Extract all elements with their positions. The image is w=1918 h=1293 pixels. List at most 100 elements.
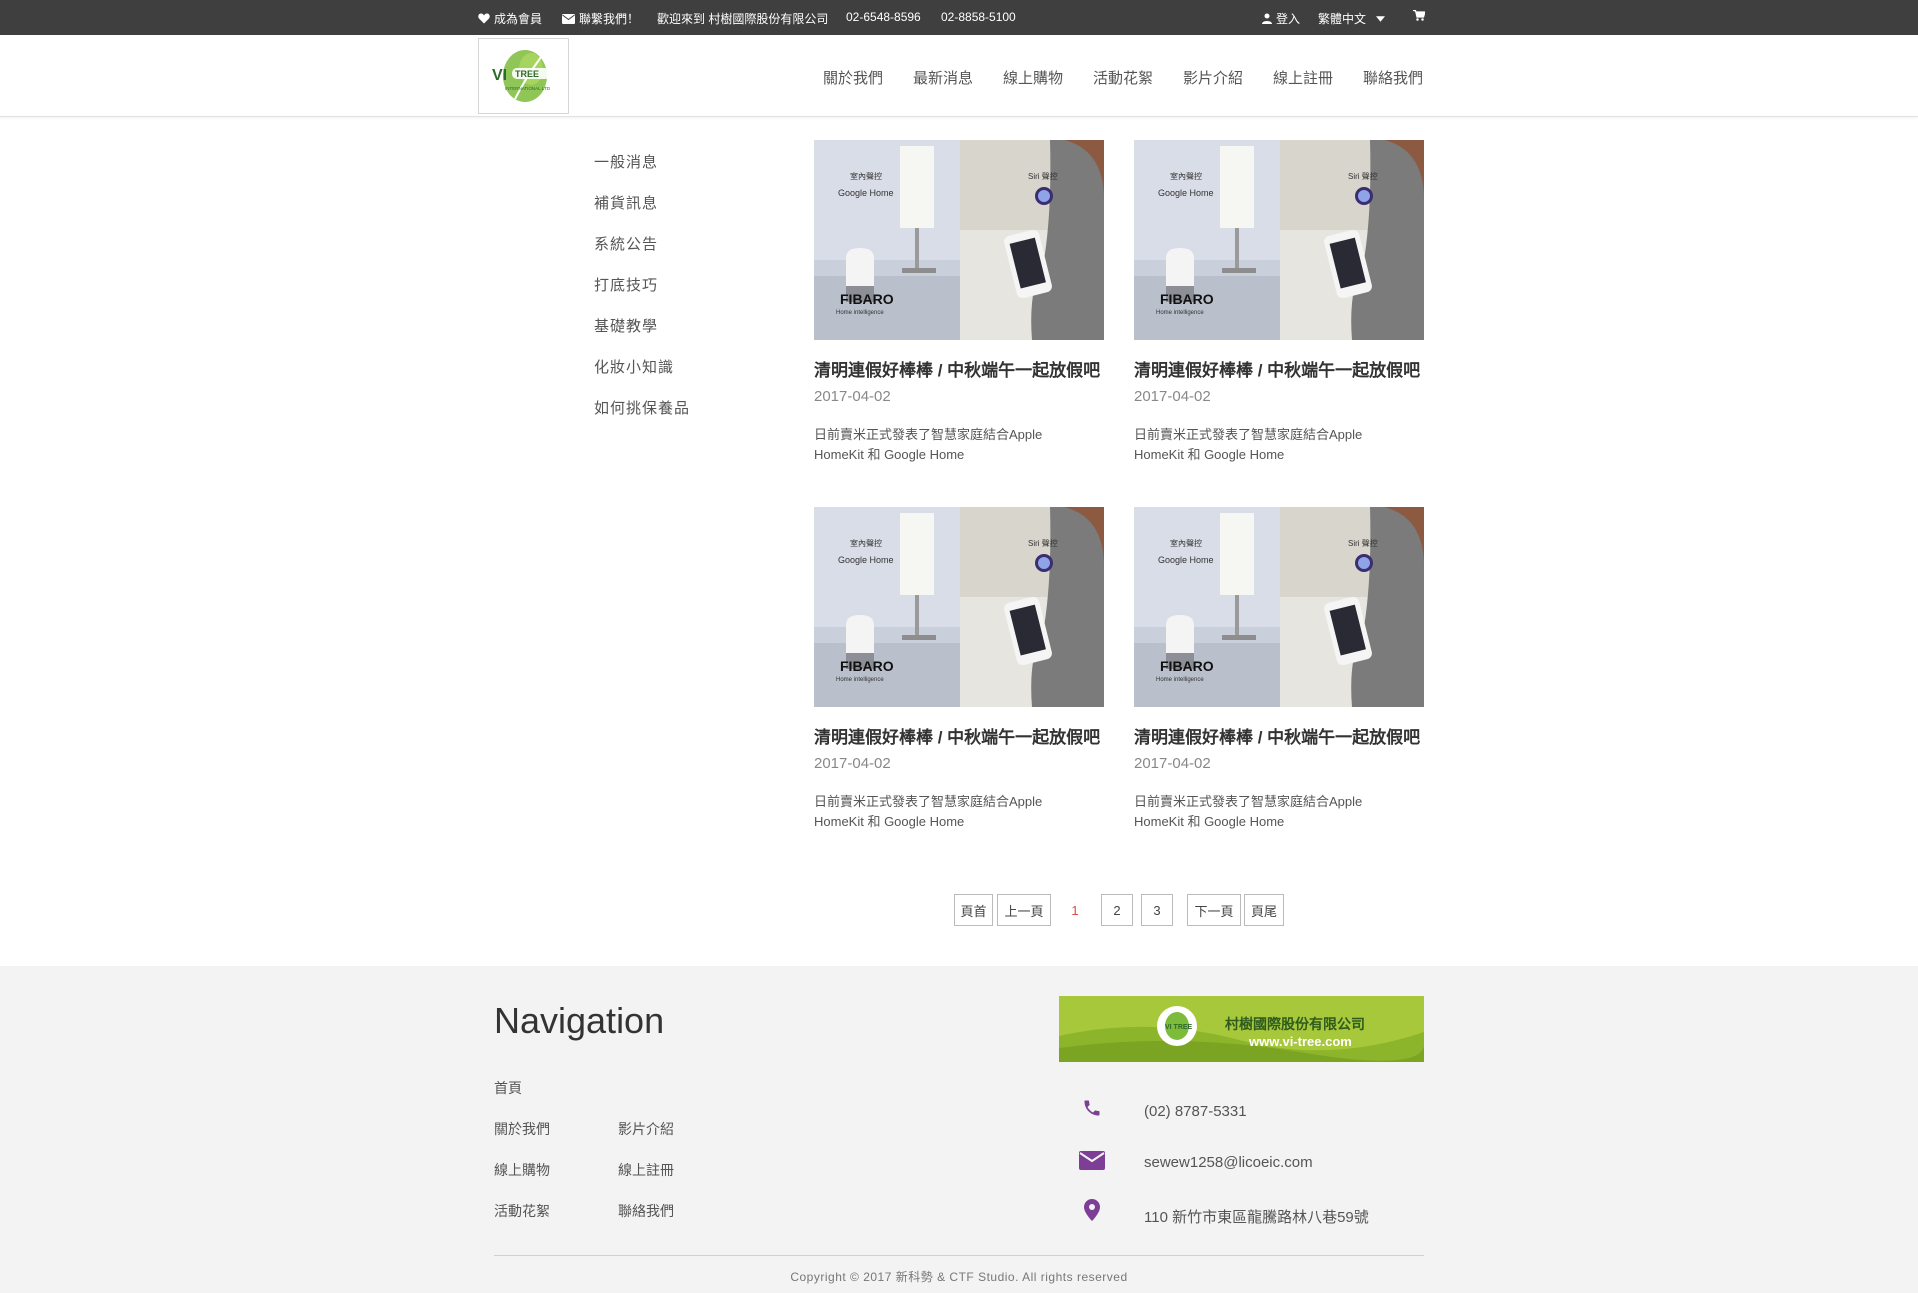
phone-number-1: 02-6548-8596 — [846, 10, 921, 24]
post-card[interactable]: 室內聲控 Google Home FIBARO Home intelligenc… — [814, 507, 1104, 829]
company-banner[interactable]: VI TREE 村樹國際股份有限公司 www.vi-tree.com — [1059, 996, 1424, 1062]
svg-text:Home intelligence: Home intelligence — [1156, 310, 1204, 316]
post-thumbnail[interactable]: 室內聲控 Google Home FIBARO Home intelligenc… — [1134, 140, 1424, 340]
footer-link-about[interactable]: 關於我們 — [494, 1119, 550, 1139]
svg-text:室內聲控: 室內聲控 — [1170, 171, 1202, 181]
sidebar-item-announcements[interactable]: 系統公告 — [594, 233, 658, 254]
main-header: VI TREE INTERNATIONAL.LTD 關於我們 最新消息 線上購物… — [0, 35, 1918, 117]
contact-us-link[interactable]: 聯繫我們！ — [562, 10, 639, 27]
svg-text:TREE: TREE — [515, 69, 539, 79]
post-thumbnail-image[interactable]: 室內聲控 Google Home FIBARO Home intelligenc… — [814, 507, 1104, 707]
post-thumbnail[interactable]: 室內聲控 Google Home FIBARO Home intelligenc… — [814, 140, 1104, 340]
phone-icon — [1084, 1100, 1100, 1116]
post-thumbnail-image[interactable]: 室內聲控 Google Home FIBARO Home intelligenc… — [1134, 140, 1424, 340]
last-page-button[interactable]: 頁尾 — [1244, 894, 1284, 926]
svg-text:室內聲控: 室內聲控 — [850, 538, 882, 548]
user-icon — [1262, 13, 1272, 24]
footer-email[interactable]: sewew1258@licoeic.com — [1144, 1154, 1313, 1171]
post-card[interactable]: 室內聲控 Google Home FIBARO Home intelligenc… — [1134, 507, 1424, 829]
nav-news[interactable]: 最新消息 — [913, 67, 973, 88]
nav-shop[interactable]: 線上購物 — [1003, 67, 1063, 88]
post-date: 2017-04-02 — [1134, 755, 1211, 772]
footer-link-register[interactable]: 線上註冊 — [618, 1160, 674, 1180]
envelope-icon — [1079, 1151, 1105, 1170]
post-title[interactable]: 清明連假好棒棒 / 中秋端午一起放假吧 — [814, 723, 1104, 748]
phone-number-2: 02-8858-5100 — [941, 10, 1016, 24]
svg-text:VI: VI — [492, 67, 507, 84]
nav-events[interactable]: 活動花絮 — [1093, 67, 1153, 88]
footer-divider — [494, 1255, 1424, 1256]
post-thumbnail[interactable]: 室內聲控 Google Home FIBARO Home intelligenc… — [1134, 507, 1424, 707]
footer-link-contact[interactable]: 聯絡我們 — [618, 1201, 674, 1221]
svg-text:Google Home: Google Home — [1158, 188, 1214, 198]
svg-text:FIBARO: FIBARO — [840, 658, 894, 674]
post-excerpt: 日前賣米正式發表了智慧家庭結合Apple HomeKit 和 Google Ho… — [814, 794, 1043, 829]
svg-text:Google Home: Google Home — [838, 188, 894, 198]
post-date: 2017-04-02 — [814, 388, 891, 405]
footer — [0, 966, 1918, 1293]
svg-text:Google Home: Google Home — [1158, 555, 1214, 565]
copyright-text: Copyright © 2017 新科勢 & CTF Studio. All r… — [790, 1270, 1128, 1284]
sidebar-item-basic-tutorial[interactable]: 基礎教學 — [594, 315, 658, 336]
page-3-button[interactable]: 3 — [1141, 894, 1173, 926]
post-date: 2017-04-02 — [1134, 388, 1211, 405]
post-title[interactable]: 清明連假好棒棒 / 中秋端午一起放假吧 — [1134, 356, 1424, 381]
svg-text:VI TREE: VI TREE — [1165, 1024, 1193, 1031]
top-bar: 成為會員 聯繫我們！ 歡迎來到 村樹國際股份有限公司 02-6548-8596 … — [0, 0, 1918, 35]
svg-text:Home intelligence: Home intelligence — [1156, 677, 1204, 683]
sidebar-item-restock[interactable]: 補貨訊息 — [594, 192, 658, 213]
welcome-text: 歡迎來到 村樹國際股份有限公司 — [657, 12, 829, 26]
svg-text:村樹國際股份有限公司: 村樹國際股份有限公司 — [1225, 1016, 1365, 1033]
footer-link-shop[interactable]: 線上購物 — [494, 1160, 550, 1180]
svg-text:Siri 聲控: Siri 聲控 — [1348, 538, 1378, 548]
svg-text:Google Home: Google Home — [838, 555, 894, 565]
footer-link-events[interactable]: 活動花絮 — [494, 1201, 550, 1221]
footer-link-videos[interactable]: 影片介紹 — [618, 1119, 674, 1139]
nav-register[interactable]: 線上註冊 — [1273, 67, 1333, 88]
map-marker-icon — [1084, 1199, 1100, 1221]
cart-icon — [1413, 10, 1425, 21]
login-link[interactable]: 登入 — [1262, 10, 1300, 27]
post-title[interactable]: 清明連假好棒棒 / 中秋端午一起放假吧 — [1134, 723, 1424, 748]
sidebar-item-general[interactable]: 一般消息 — [594, 151, 658, 172]
become-member-link[interactable]: 成為會員 — [478, 10, 542, 27]
envelope-icon — [562, 13, 575, 24]
heart-icon — [478, 13, 490, 24]
footer-navigation-title: Navigation — [494, 1000, 665, 1041]
nav-videos[interactable]: 影片介紹 — [1183, 67, 1243, 88]
post-title[interactable]: 清明連假好棒棒 / 中秋端午一起放假吧 — [814, 356, 1104, 381]
post-thumbnail-image[interactable]: 室內聲控 Google Home FIBARO Home intelligenc… — [814, 140, 1104, 340]
sidebar-item-makeup-knowledge[interactable]: 化妝小知識 — [594, 356, 674, 377]
language-dropdown[interactable]: 繁體中文 — [1318, 10, 1386, 27]
svg-text:室內聲控: 室內聲控 — [1170, 538, 1202, 548]
cart-button[interactable] — [1413, 10, 1425, 21]
sidebar-item-skincare-selection[interactable]: 如何挑保養品 — [594, 397, 690, 418]
post-card[interactable]: 室內聲控 Google Home FIBARO Home intelligenc… — [1134, 140, 1424, 462]
footer-address: 110 新竹市東區龍騰路林八巷59號 — [1144, 1209, 1369, 1226]
svg-text:Home intelligence: Home intelligence — [836, 310, 884, 316]
caret-down-icon — [1376, 15, 1386, 22]
nav-contact[interactable]: 聯絡我們 — [1363, 67, 1423, 88]
page-2-button[interactable]: 2 — [1101, 894, 1133, 926]
footer-phone: (02) 8787-5331 — [1144, 1103, 1247, 1120]
svg-text:FIBARO: FIBARO — [1160, 291, 1214, 307]
previous-page-button[interactable]: 上一頁 — [997, 894, 1051, 926]
svg-text:Siri 聲控: Siri 聲控 — [1028, 538, 1058, 548]
post-date: 2017-04-02 — [814, 755, 891, 772]
svg-text:Home intelligence: Home intelligence — [836, 677, 884, 683]
post-excerpt: 日前賣米正式發表了智慧家庭結合Apple HomeKit 和 Google Ho… — [1134, 794, 1363, 829]
company-banner-graphic: VI TREE 村樹國際股份有限公司 www.vi-tree.com — [1059, 996, 1424, 1062]
post-card[interactable]: 室內聲控 Google Home FIBARO Home intelligenc… — [814, 140, 1104, 462]
footer-link-home[interactable]: 首頁 — [494, 1078, 522, 1098]
svg-text:Siri 聲控: Siri 聲控 — [1348, 171, 1378, 181]
sidebar-item-primer-tips[interactable]: 打底技巧 — [594, 274, 658, 295]
post-excerpt: 日前賣米正式發表了智慧家庭結合Apple HomeKit 和 Google Ho… — [814, 427, 1043, 462]
first-page-button[interactable]: 頁首 — [954, 894, 993, 926]
post-thumbnail-image[interactable]: 室內聲控 Google Home FIBARO Home intelligenc… — [1134, 507, 1424, 707]
page-1-button[interactable]: 1 — [1060, 894, 1090, 926]
post-thumbnail[interactable]: 室內聲控 Google Home FIBARO Home intelligenc… — [814, 507, 1104, 707]
svg-text:室內聲控: 室內聲控 — [850, 171, 882, 181]
company-logo[interactable]: VI TREE INTERNATIONAL.LTD — [478, 38, 569, 114]
nav-about[interactable]: 關於我們 — [823, 67, 883, 88]
next-page-button[interactable]: 下一頁 — [1187, 894, 1241, 926]
